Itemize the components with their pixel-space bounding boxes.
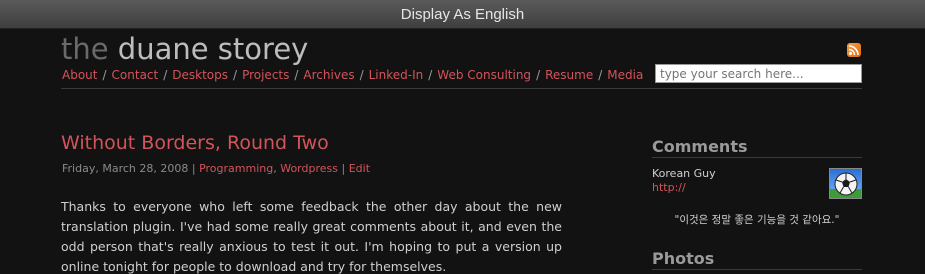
nav-separator: / [598,68,603,82]
nav-separator: / [163,68,168,82]
nav-separator: / [428,68,433,82]
nav-linked-in[interactable]: Linked-In [369,68,424,82]
category-comma: , [273,162,277,175]
post-body: Thanks to everyone who left some feedbac… [61,199,562,274]
site-logo[interactable]: the duane storey [61,32,308,66]
nav-separator: / [536,68,541,82]
nav-projects[interactable]: Projects [242,68,289,82]
comment-text: "이것은 정말 좋은 기능을 것 같아요." [674,214,840,226]
nav-separator: / [233,68,238,82]
comment-author: Korean Guy [652,167,716,180]
main-nav: About / Contact / Desktops / Projects / Archives… [62,68,643,82]
nav-desktops[interactable]: Desktops [172,68,228,82]
header-divider [61,88,862,89]
nav-separator: / [102,68,107,82]
category-wordpress[interactable]: Wordpress [280,162,338,175]
nav-resume[interactable]: Resume [545,68,593,82]
post-meta: Friday, March 28, 2008 | Programming, Wo… [62,162,370,175]
logo-name: duane storey [108,32,309,66]
rss-icon[interactable] [847,43,861,57]
nav-about[interactable]: About [62,68,97,82]
category-programming[interactable]: Programming [199,162,273,175]
soccer-ball-avatar-icon[interactable] [829,168,862,199]
nav-archives[interactable]: Archives [303,68,354,82]
comment-author-link[interactable]: http:// [652,181,686,194]
nav-contact[interactable]: Contact [112,68,159,82]
meta-separator: | [191,162,196,175]
photos-heading: Photos [652,249,862,270]
translation-toggle-bar[interactable]: Display As English [0,0,925,29]
nav-web-consulting[interactable]: Web Consulting [437,68,531,82]
logo-the: the [61,32,109,66]
post-title[interactable]: Without Borders, Round Two [61,132,329,154]
edit-link[interactable]: Edit [349,162,370,175]
display-as-english-toggle[interactable]: Display As English [401,6,524,23]
nav-separator: / [359,68,364,82]
meta-separator: | [341,162,346,175]
search-input[interactable] [655,64,862,83]
post-date: Friday, March 28, 2008 [62,162,189,175]
nav-media[interactable]: Media [607,68,643,82]
comments-heading: Comments [652,137,862,158]
nav-separator: / [294,68,299,82]
